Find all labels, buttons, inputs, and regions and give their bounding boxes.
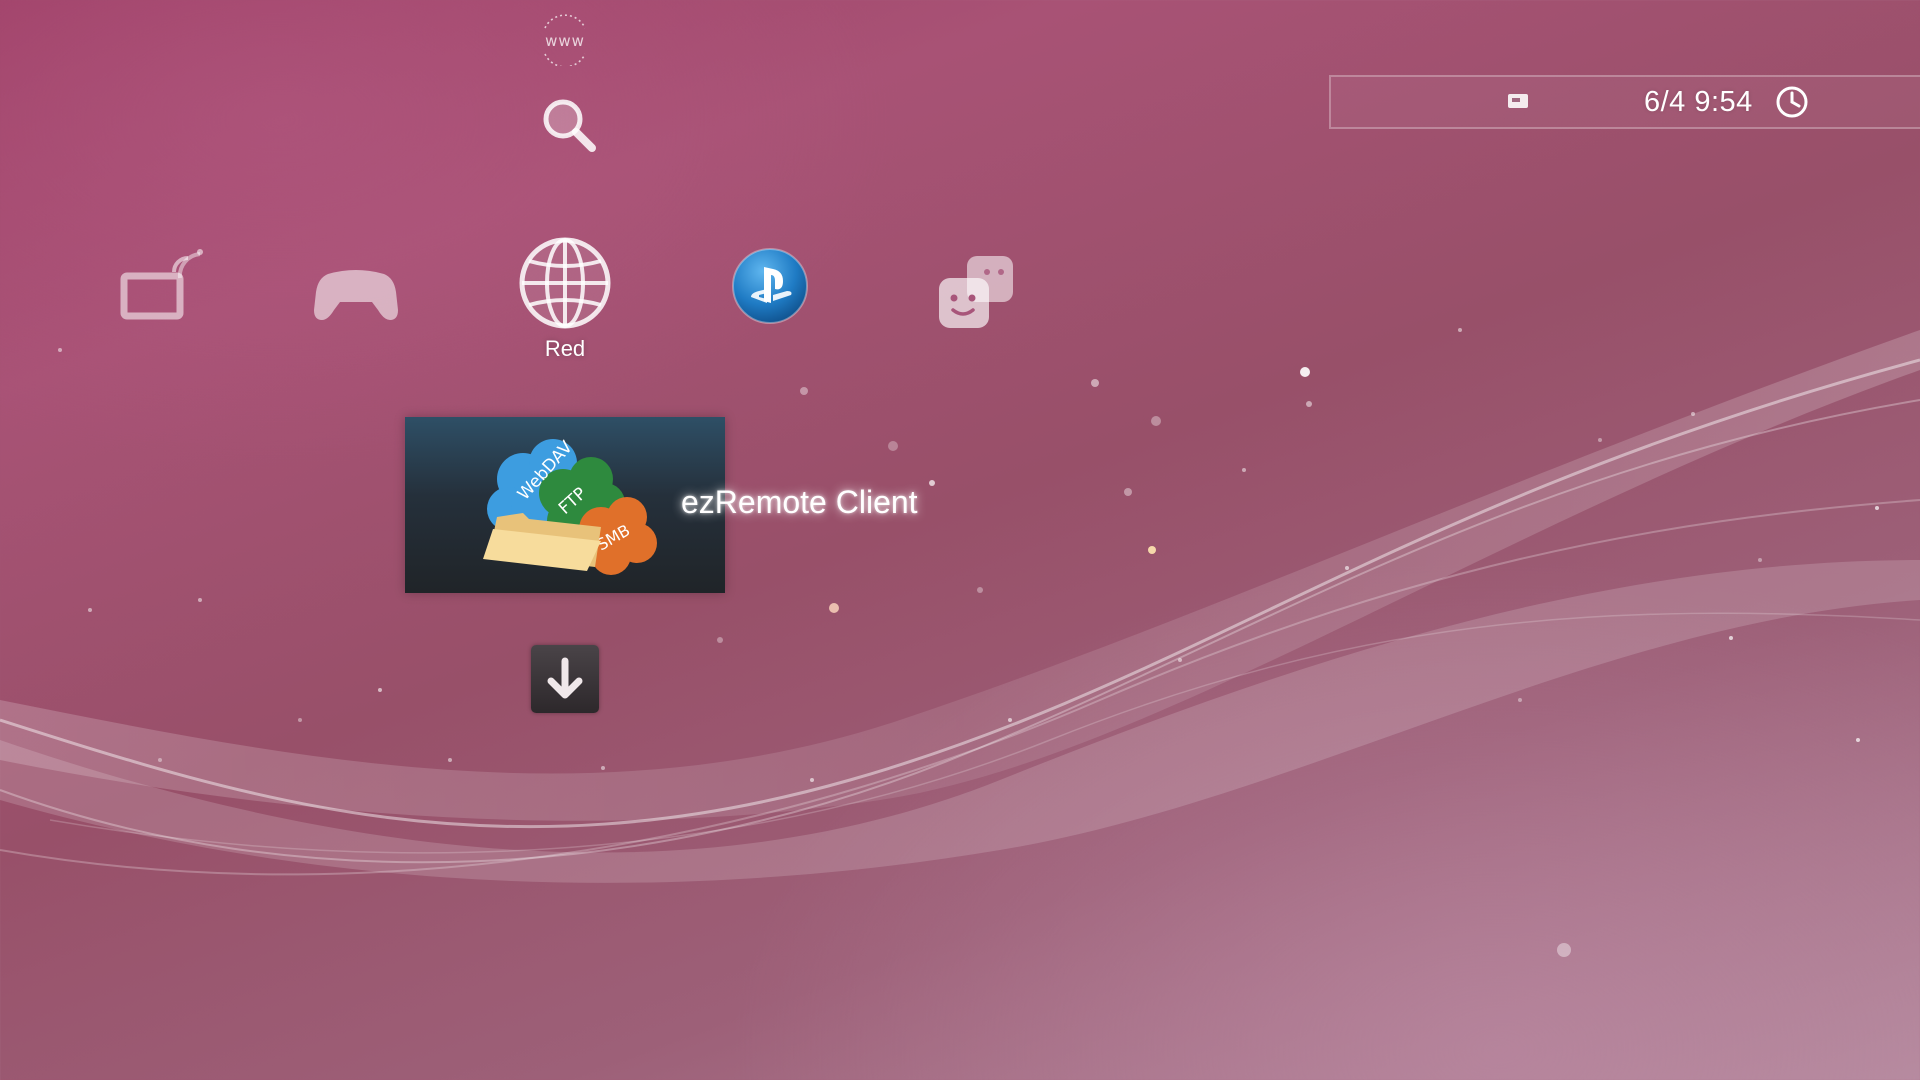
clock-icon bbox=[1776, 86, 1808, 118]
friends-icon[interactable] bbox=[927, 248, 1023, 344]
download-arrow-icon bbox=[547, 657, 583, 699]
network-globe-icon[interactable] bbox=[513, 231, 617, 335]
svg-text:www: www bbox=[545, 32, 585, 50]
category-label-network: Red bbox=[544, 336, 586, 361]
clock-datetime: 6/4 9:54 bbox=[1644, 86, 1753, 118]
download-item[interactable] bbox=[531, 645, 599, 713]
status-bar: 6/4 9:54 bbox=[1329, 75, 1920, 129]
selected-app-title: ezRemote Client bbox=[681, 484, 918, 520]
www-icon[interactable]: www bbox=[533, 14, 597, 66]
playstation-network-icon[interactable] bbox=[729, 245, 811, 327]
wave-background bbox=[0, 328, 1920, 957]
game-controller-icon[interactable] bbox=[308, 248, 404, 344]
tv-video-icon[interactable] bbox=[114, 240, 210, 336]
app-thumbnail[interactable]: WebDAV FTP SMB bbox=[405, 417, 725, 593]
memory-card-icon bbox=[1508, 94, 1528, 108]
search-icon[interactable] bbox=[536, 92, 600, 156]
